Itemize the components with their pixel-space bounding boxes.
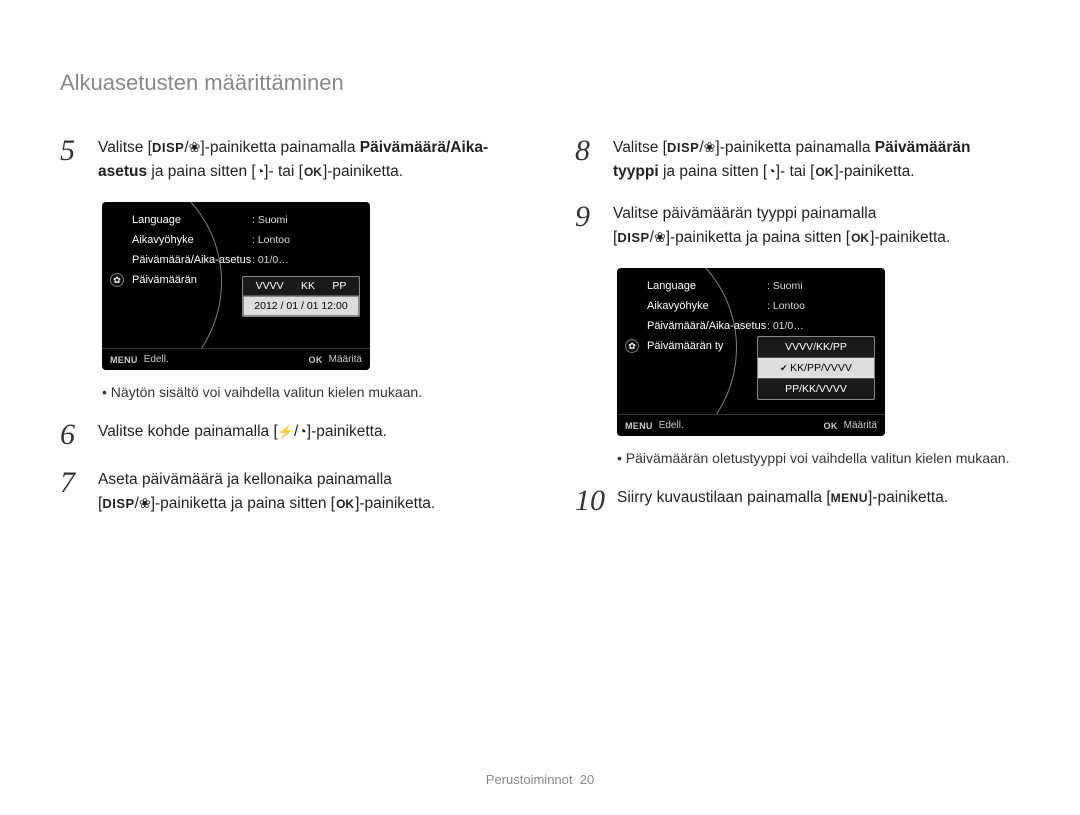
lcd-row: Language : Suomi [617,276,885,296]
step-5: 5 Valitse [DISP/]-painiketta painamalla … [60,136,505,184]
step-number: 10 [575,486,605,516]
step-6: 6 Valitse kohde painamalla [/]-painikett… [60,420,505,450]
menu-key-icon: MENU [110,355,138,365]
step-text: Siirry kuvaustilaan painamalla [MENU]-pa… [617,486,948,510]
lcd-row: Language : Suomi [102,210,370,230]
disp-icon: DISP [617,228,649,248]
lcd-footer: MENU Edell. OK Määritä [102,348,370,370]
menu-key-icon: MENU [625,421,653,431]
disp-icon: DISP [667,138,699,158]
macro-icon [189,139,201,156]
dateformat-option: VVVV/KK/PP [758,337,874,358]
step-9: 9 Valitse päivämäärän tyyppi painamalla … [575,202,1020,250]
disp-icon: DISP [152,138,184,158]
lcd-row: Aikavyöhyke : Lontoo [617,296,885,316]
timer-icon [767,163,775,180]
ok-icon: OK [850,228,870,249]
menu-icon: MENU [831,489,868,508]
step-text: Aseta päivämäärä ja kellonaika painamall… [98,468,435,516]
timer-icon [298,423,306,440]
gear-icon: ✿ [110,273,124,287]
step-number: 6 [60,420,86,450]
flash-icon [278,423,294,440]
step-text: Valitse päivämäärän tyyppi painamalla [D… [613,202,950,250]
dateformat-dropdown: VVVV/KK/PP KK/PP/VVVV PP/KK/VVVV [757,336,875,400]
date-dropdown: VVVV KK PP 2012 / 01 / 01 12:00 [242,276,360,317]
ok-icon: OK [303,162,323,183]
page-title: Alkuasetusten määrittäminen [60,70,1020,96]
ok-key-icon: OK [309,355,323,365]
step-8: 8 Valitse [DISP/]-painiketta painamalla … [575,136,1020,184]
lcd-screenshot-dateformat: Language : Suomi Aikavyöhyke : Lontoo Pä… [617,268,885,436]
date-value-selected: 2012 / 01 / 01 12:00 [243,296,359,316]
disp-icon: DISP [102,494,134,514]
lcd-row: Päivämäärä/Aika-asetus : 01/0… [102,250,370,270]
lcd-footer: MENU Edell. OK Määritä [617,414,885,436]
step-text: Valitse [DISP/]-painiketta painamalla Pä… [613,136,1020,184]
step-number: 7 [60,468,86,498]
lcd-row: Aikavyöhyke : Lontoo [102,230,370,250]
content-columns: 5 Valitse [DISP/]-painiketta painamalla … [60,136,1020,534]
macro-icon [139,495,151,512]
step-10: 10 Siirry kuvaustilaan painamalla [MENU]… [575,486,1020,516]
lcd-row: Päivämäärä/Aika-asetus : 01/0… [617,316,885,336]
page-footer: Perustoiminnot 20 [0,772,1080,787]
step-number: 9 [575,202,601,232]
gear-icon: ✿ [625,339,639,353]
lcd-screenshot-date: Language : Suomi Aikavyöhyke : Lontoo Pä… [102,202,370,370]
note-text: Näytön sisältö voi vaihdella valitun kie… [102,384,505,400]
dateformat-option: PP/KK/VVVV [758,379,874,399]
ok-icon: OK [335,494,355,515]
dateformat-option-selected: KK/PP/VVVV [758,358,874,379]
ok-icon: OK [814,162,834,183]
timer-icon [256,163,264,180]
ok-key-icon: OK [824,421,838,431]
right-column: 8 Valitse [DISP/]-painiketta painamalla … [575,136,1020,534]
macro-icon [704,139,716,156]
left-column: 5 Valitse [DISP/]-painiketta painamalla … [60,136,505,534]
step-text: Valitse [DISP/]-painiketta painamalla Pä… [98,136,505,184]
step-7: 7 Aseta päivämäärä ja kellonaika painama… [60,468,505,516]
macro-icon [654,229,666,246]
step-number: 8 [575,136,601,166]
note-text: Päivämäärän oletustyyppi voi vaihdella v… [617,450,1020,466]
step-text: Valitse kohde painamalla [/]-painiketta. [98,420,387,444]
step-number: 5 [60,136,86,166]
